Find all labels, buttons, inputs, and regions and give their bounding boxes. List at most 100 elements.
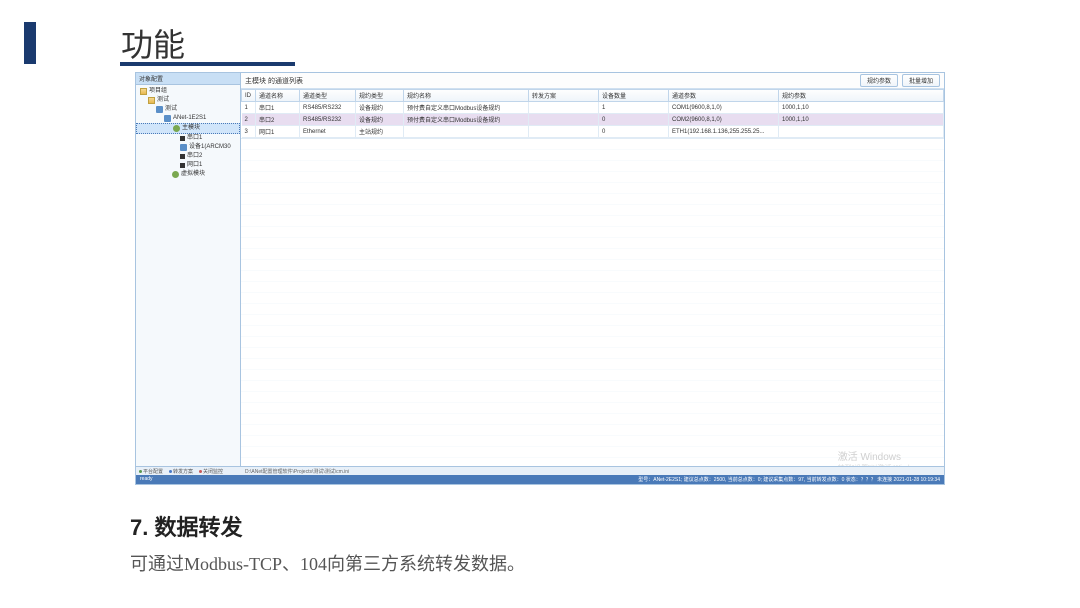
tab-forward-scheme[interactable]: 转发方案: [166, 467, 196, 475]
tree-item-4[interactable]: 主模块: [136, 123, 240, 134]
device-icon: [156, 106, 163, 113]
protocol-params-button[interactable]: 规约参数: [860, 74, 898, 87]
cell: 预付费自定义串口Modbus设备规约: [404, 114, 529, 126]
col-header-8[interactable]: 规约参数: [779, 90, 944, 102]
tree-item-label: ANet-1E2S1: [173, 114, 206, 123]
cell: 设备规约: [356, 102, 404, 114]
cell: 串口2: [256, 114, 300, 126]
path-bar: D:\ANet配置管理软件\Projects\测试\测试\cm.ini: [241, 466, 944, 475]
dot-icon: [139, 470, 142, 473]
panel-button-group: 规约参数 批量增加: [860, 74, 940, 87]
table-empty-area: 激活 Windows 转到"设置"以激活 Windows。: [241, 138, 944, 483]
folder-icon: [140, 88, 147, 95]
cell: [779, 126, 944, 138]
tree-item-5[interactable]: 串口1: [136, 134, 240, 143]
batch-add-button[interactable]: 批量增加: [902, 74, 940, 87]
table-row[interactable]: 3网口1Ethernet主站规约 0ETH1(192.168.1.136,255.…: [242, 126, 944, 138]
port-icon: [180, 163, 185, 168]
table-row[interactable]: 2串口2RS485/RS232设备规约预付费自定义串口Modbus设备规约 0CO…: [242, 114, 944, 126]
col-header-6[interactable]: 设备数量: [599, 90, 669, 102]
cell: Ethernet: [300, 126, 356, 138]
section-body: 可通过Modbus-TCP、104向第三方系统转发数据。: [130, 550, 525, 576]
bottom-tabs: 平台配置 转发方案 关闭监控: [136, 466, 241, 475]
port-icon: [180, 136, 185, 141]
tree-item-label: 测试: [165, 105, 177, 114]
cell: 0: [599, 114, 669, 126]
cell: [404, 126, 529, 138]
watermark-title: 激活 Windows: [838, 448, 929, 463]
tree-item-label: 项目组: [149, 87, 167, 96]
cell: COM1(9600,8,1,0): [669, 102, 779, 114]
tree-item-label: 串口2: [187, 152, 202, 161]
tree-item-label: 网口1: [187, 161, 202, 170]
header-underline: [120, 62, 295, 66]
cell: ETH1(192.168.1.136,255.255.25...: [669, 126, 779, 138]
cell: 3: [242, 126, 256, 138]
cell: [529, 102, 599, 114]
col-header-2[interactable]: 通道类型: [300, 90, 356, 102]
cell: RS485/RS232: [300, 114, 356, 126]
tree-panel: 对象配置 项目组测试测试ANet-1E2S1主模块串口1设备1(ARCM30串口…: [136, 73, 241, 468]
slide-header: 功能: [0, 20, 185, 66]
cell: RS485/RS232: [300, 102, 356, 114]
col-header-1[interactable]: 通道名称: [256, 90, 300, 102]
cell: [529, 114, 599, 126]
tab-platform-config[interactable]: 平台配置: [136, 467, 166, 475]
section-heading: 7. 数据转发: [130, 510, 525, 542]
cell: 主站规约: [356, 126, 404, 138]
col-header-0[interactable]: ID: [242, 90, 256, 102]
table-header: ID通道名称通道类型规约类型规约名称转发方案设备数量通道参数规约参数: [242, 90, 944, 102]
cell: 1000,1,10: [779, 114, 944, 126]
device-icon: [164, 115, 171, 122]
tree-item-9[interactable]: 虚拟模块: [136, 170, 240, 179]
port-icon: [180, 154, 185, 159]
section-text: 7. 数据转发 可通过Modbus-TCP、104向第三方系统转发数据。: [130, 510, 525, 576]
status-right: 型号：ANet-2E2S1; 建议总点数：2500, 当前总点数：0; 建议采集…: [638, 476, 940, 483]
tree-content: 项目组测试测试ANet-1E2S1主模块串口1设备1(ARCM30串口2网口1虚…: [136, 85, 240, 181]
tree-item-0[interactable]: 项目组: [136, 87, 240, 96]
tree-item-label: 设备1(ARCM30: [189, 143, 231, 152]
cell: 串口1: [256, 102, 300, 114]
tree-item-label: 虚拟模块: [181, 170, 205, 179]
cell: 网口1: [256, 126, 300, 138]
cell: 设备规约: [356, 114, 404, 126]
tree-item-6[interactable]: 设备1(ARCM30: [136, 143, 240, 152]
device-icon: [180, 144, 187, 151]
tree-item-3[interactable]: ANet-1E2S1: [136, 114, 240, 123]
cell: COM2(9600,8,1,0): [669, 114, 779, 126]
dot-icon: [169, 470, 172, 473]
cell: 1000,1,10: [779, 102, 944, 114]
tree-item-2[interactable]: 测试: [136, 105, 240, 114]
channel-table: ID通道名称通道类型规约类型规约名称转发方案设备数量通道参数规约参数 1串口1R…: [241, 89, 944, 138]
col-header-7[interactable]: 通道参数: [669, 90, 779, 102]
table-row[interactable]: 1串口1RS485/RS232设备规约预付费自定义串口Modbus设备规约1CO…: [242, 102, 944, 114]
cell: 2: [242, 114, 256, 126]
folder-icon: [148, 97, 155, 104]
tree-item-label: 主模块: [182, 124, 200, 133]
tree-item-7[interactable]: 串口2: [136, 152, 240, 161]
tree-item-label: 串口1: [187, 134, 202, 143]
tab-close-monitor[interactable]: 关闭监控: [196, 467, 226, 475]
col-header-4[interactable]: 规约名称: [404, 90, 529, 102]
table-body: 1串口1RS485/RS232设备规约预付费自定义串口Modbus设备规约1CO…: [242, 102, 944, 138]
cell: [529, 126, 599, 138]
tree-item-8[interactable]: 网口1: [136, 161, 240, 170]
slide-title: 功能: [121, 20, 185, 66]
tree-header: 对象配置: [136, 73, 240, 85]
node-icon: [173, 125, 180, 132]
node-icon: [172, 171, 179, 178]
col-header-3[interactable]: 规约类型: [356, 90, 404, 102]
status-bar: ready 型号：ANet-2E2S1; 建议总点数：2500, 当前总点数：0…: [136, 475, 944, 484]
cell: 1: [599, 102, 669, 114]
col-header-5[interactable]: 转发方案: [529, 90, 599, 102]
status-left: ready: [140, 476, 153, 483]
cell: 0: [599, 126, 669, 138]
panel-title-bar: 主模块 的通道列表 规约参数 批量增加: [241, 73, 944, 89]
dot-icon: [199, 470, 202, 473]
cell: 预付费自定义串口Modbus设备规约: [404, 102, 529, 114]
tree-item-1[interactable]: 测试: [136, 96, 240, 105]
application-window: 对象配置 项目组测试测试ANet-1E2S1主模块串口1设备1(ARCM30串口…: [135, 72, 945, 485]
header-accent-bar: [24, 22, 36, 64]
tree-item-label: 测试: [157, 96, 169, 105]
cell: 1: [242, 102, 256, 114]
